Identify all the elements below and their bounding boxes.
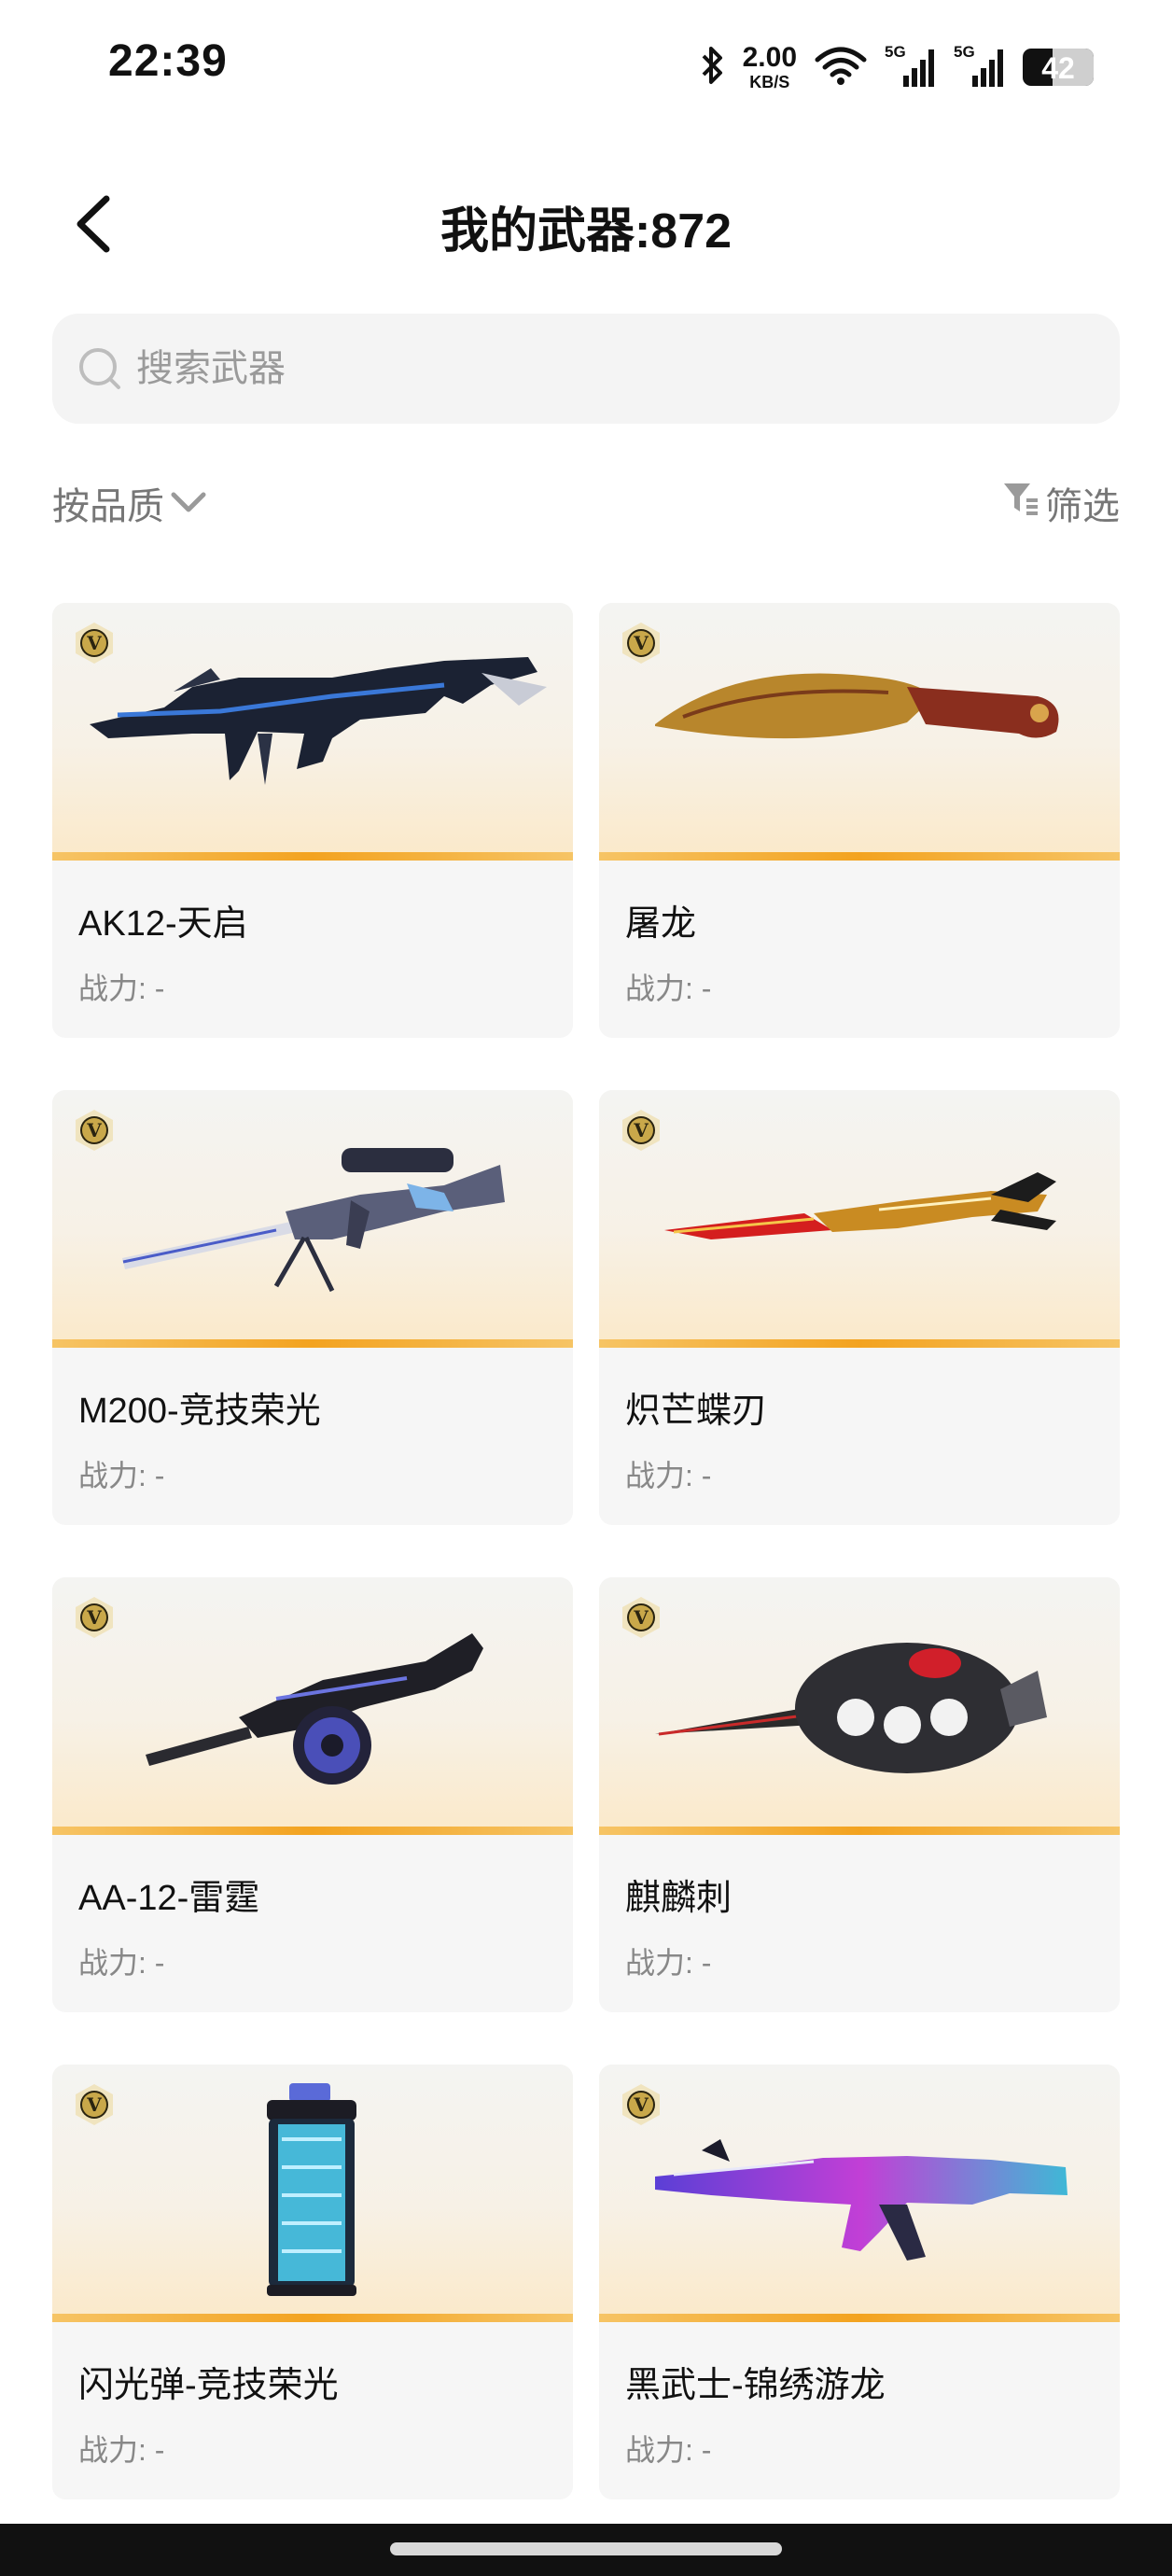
knuckle-blade-icon bbox=[655, 1643, 1047, 1773]
weapon-card[interactable]: V 闪光弹-竞技荣光 战力: - bbox=[52, 2065, 573, 2499]
svg-text:V: V bbox=[633, 1606, 649, 1629]
weapon-image: V bbox=[52, 2065, 573, 2322]
search-icon bbox=[77, 345, 123, 392]
svg-text:V: V bbox=[633, 1119, 649, 1141]
butterfly-knife-icon bbox=[664, 1172, 1056, 1239]
svg-text:V: V bbox=[633, 2093, 649, 2116]
signal-icon: 5G bbox=[885, 42, 937, 93]
chevron-down-icon bbox=[170, 483, 207, 525]
rarity-badge-icon: V bbox=[622, 1110, 660, 1151]
weapon-image: V bbox=[599, 1090, 1120, 1348]
page-title: 我的武器:872 bbox=[440, 204, 732, 259]
weapon-image: V bbox=[599, 1577, 1120, 1835]
weapon-card[interactable]: V 黑武士-锦绣游龙 战力: - bbox=[599, 2065, 1120, 2499]
weapon-card[interactable]: V 屠龙 战力: - bbox=[599, 603, 1120, 1038]
weapon-power: 战力: - bbox=[78, 1459, 165, 1492]
rarity-badge-icon: V bbox=[622, 623, 660, 664]
rifle-icon bbox=[90, 657, 547, 785]
weapon-name: 屠龙 bbox=[625, 904, 697, 944]
weapon-name: 闪光弹-竞技荣光 bbox=[78, 2366, 339, 2405]
net-speed-value: 2.00 bbox=[742, 42, 797, 73]
svg-text:V: V bbox=[86, 1119, 102, 1141]
weapon-grid: V AK12-天启 战力: - V 屠龙 战力: - V M200-竞技荣光 战… bbox=[52, 603, 1120, 2499]
svg-text:5G: 5G bbox=[954, 43, 975, 61]
rarity-badge-icon: V bbox=[76, 623, 113, 664]
rarity-badge-icon: V bbox=[76, 2084, 113, 2125]
weapon-image: V bbox=[52, 1090, 573, 1348]
sniper-rifle-icon bbox=[122, 1148, 505, 1293]
weapon-card[interactable]: V 炽芒蝶刃 战力: - bbox=[599, 1090, 1120, 1525]
knife-icon bbox=[655, 673, 1059, 739]
shotgun-icon bbox=[146, 1633, 483, 1785]
weapon-image: V bbox=[52, 603, 573, 861]
svg-text:V: V bbox=[633, 632, 649, 654]
net-speed: 2.00 KB/S bbox=[743, 44, 797, 91]
svg-text:V: V bbox=[86, 1606, 102, 1629]
weapon-image: V bbox=[599, 2065, 1120, 2322]
weapon-name: M200-竞技荣光 bbox=[78, 1392, 321, 1431]
weapon-card[interactable]: V AA-12-雷霆 战力: - bbox=[52, 1577, 573, 2012]
sort-label: 按品质 bbox=[52, 486, 164, 527]
weapon-power: 战力: - bbox=[625, 1946, 712, 1980]
svg-text:V: V bbox=[86, 632, 102, 654]
assault-rifle-icon bbox=[655, 2139, 1067, 2261]
svg-text:V: V bbox=[86, 2093, 102, 2116]
weapon-card[interactable]: V AK12-天启 战力: - bbox=[52, 603, 573, 1038]
weapon-name: 黑武士-锦绣游龙 bbox=[625, 2366, 886, 2405]
weapon-name: 炽芒蝶刃 bbox=[625, 1392, 768, 1431]
weapon-power: 战力: - bbox=[625, 972, 712, 1005]
search-input[interactable] bbox=[136, 347, 976, 390]
status-bar: 22:39 2.00 KB/S 5G 5G 42 bbox=[0, 0, 1172, 131]
filter-label: 筛选 bbox=[1045, 486, 1120, 527]
rarity-badge-icon: V bbox=[76, 1110, 113, 1151]
weapon-image: V bbox=[52, 1577, 573, 1835]
bluetooth-icon bbox=[698, 45, 726, 91]
weapon-name: AK12-天启 bbox=[78, 904, 248, 944]
flashbang-icon bbox=[267, 2083, 356, 2296]
filter-button[interactable]: 筛选 bbox=[1002, 476, 1120, 530]
status-icons: 2.00 KB/S 5G 5G 42 bbox=[698, 39, 1094, 95]
weapon-power: 战力: - bbox=[625, 1459, 712, 1492]
battery-icon: 42 bbox=[1023, 49, 1094, 86]
weapon-power: 战力: - bbox=[78, 972, 165, 1005]
system-nav-bar bbox=[0, 2524, 1172, 2576]
home-indicator[interactable] bbox=[390, 2542, 782, 2555]
weapon-name: 麒麟刺 bbox=[625, 1879, 732, 1918]
rarity-badge-icon: V bbox=[76, 1597, 113, 1638]
weapon-power: 战力: - bbox=[78, 2433, 165, 2467]
net-speed-unit: KB/S bbox=[749, 73, 790, 91]
wifi-icon bbox=[814, 45, 868, 91]
filter-icon bbox=[1002, 480, 1039, 526]
search-bar[interactable] bbox=[52, 314, 1120, 424]
svg-text:5G: 5G bbox=[885, 43, 906, 61]
weapon-card[interactable]: V M200-竞技荣光 战力: - bbox=[52, 1090, 573, 1525]
weapon-image: V bbox=[599, 603, 1120, 861]
weapon-power: 战力: - bbox=[78, 1946, 165, 1980]
rarity-badge-icon: V bbox=[622, 2084, 660, 2125]
weapon-name: AA-12-雷霆 bbox=[78, 1879, 260, 1918]
signal-icon: 5G bbox=[954, 42, 1006, 93]
sort-dropdown[interactable]: 按品质 bbox=[52, 476, 207, 530]
weapon-power: 战力: - bbox=[625, 2433, 712, 2467]
battery-level: 42 bbox=[1041, 51, 1075, 85]
rarity-badge-icon: V bbox=[622, 1597, 660, 1638]
weapon-card[interactable]: V 麒麟刺 战力: - bbox=[599, 1577, 1120, 2012]
status-time: 22:39 bbox=[108, 36, 228, 86]
